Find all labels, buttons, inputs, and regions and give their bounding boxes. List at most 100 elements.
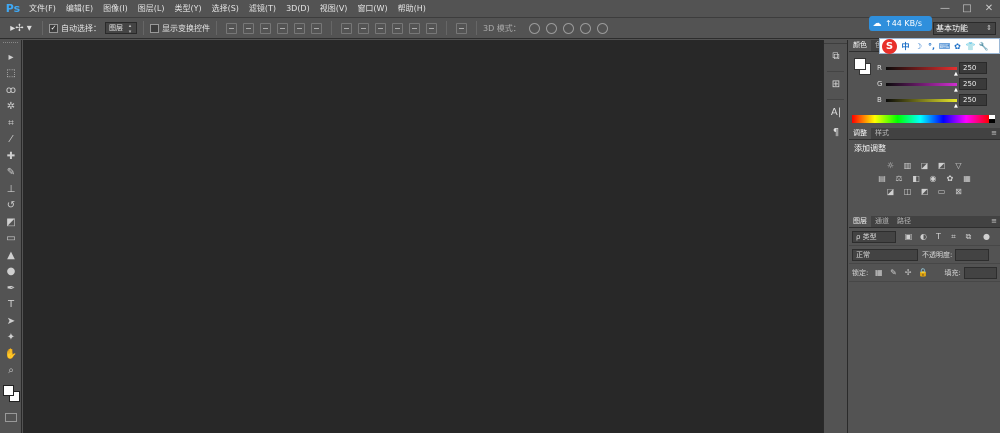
menu-select[interactable]: 选择(S) — [207, 0, 244, 17]
3d-slide-icon[interactable] — [579, 22, 591, 34]
auto-select-checkbox[interactable]: ✓ 自动选择： — [49, 23, 101, 34]
align-vcenter-icon[interactable] — [243, 22, 254, 34]
menu-edit[interactable]: 编辑(E) — [61, 0, 98, 17]
align-left-icon[interactable] — [277, 22, 288, 34]
skin-icon[interactable]: ✿ — [951, 42, 964, 51]
pen-tool-icon[interactable]: ✒ — [0, 280, 22, 297]
tab-color[interactable]: 颜色 — [849, 40, 871, 51]
type-tool-icon[interactable]: T — [0, 297, 22, 314]
green-slider-track[interactable] — [886, 83, 957, 86]
brightness-icon[interactable]: ☼ — [885, 161, 896, 170]
clone-stamp-tool-icon[interactable]: ⊥ — [0, 181, 22, 198]
lock-transparent-icon[interactable]: ▦ — [874, 268, 883, 277]
invert-icon[interactable]: ◪ — [885, 187, 896, 196]
shape-tool-icon[interactable]: ✦ — [0, 330, 22, 347]
threshold-icon[interactable]: ◩ — [919, 187, 930, 196]
color-spectrum-ramp[interactable] — [852, 115, 989, 123]
dock-grip[interactable] — [824, 40, 847, 44]
minimize-button[interactable]: — — [934, 0, 956, 16]
blur-tool-icon[interactable]: ▲ — [0, 247, 22, 264]
history-brush-tool-icon[interactable]: ↺ — [0, 198, 22, 215]
menu-file[interactable]: 文件(F) — [24, 0, 61, 17]
lock-position-icon[interactable]: ✢ — [904, 268, 913, 277]
lasso-tool-icon[interactable]: ꝏ — [0, 82, 22, 99]
curves-icon[interactable]: ◪ — [919, 161, 930, 170]
move-tool-icon[interactable]: ▸ — [0, 49, 22, 66]
tab-styles[interactable]: 样式 — [871, 128, 893, 139]
channel-mixer-icon[interactable]: ✿ — [945, 174, 956, 183]
sogou-logo-icon[interactable]: S — [882, 38, 897, 54]
red-value-input[interactable]: 250 — [959, 62, 987, 74]
tab-layers[interactable]: 图层 — [849, 216, 871, 227]
fill-input[interactable] — [963, 266, 997, 279]
healing-brush-tool-icon[interactable]: ✚ — [0, 148, 22, 165]
path-selection-tool-icon[interactable]: ➤ — [0, 313, 22, 330]
lock-all-icon[interactable]: 🔒 — [918, 268, 928, 277]
workspace-dropdown[interactable]: 基本功能 — [933, 22, 996, 35]
distribute-top-icon[interactable] — [341, 22, 352, 34]
network-speed-badge[interactable]: ☁ ↑44 KB/s — [869, 16, 932, 31]
menu-help[interactable]: 帮助(H) — [393, 0, 431, 17]
red-slider-track[interactable] — [886, 67, 957, 70]
filter-type-icon[interactable]: T — [934, 232, 943, 241]
tab-channels[interactable]: 通道 — [871, 216, 893, 227]
levels-icon[interactable]: ▥ — [902, 161, 913, 170]
blue-value-input[interactable]: 250 — [959, 94, 987, 106]
menu-image[interactable]: 图像(I) — [98, 0, 133, 17]
color-lookup-icon[interactable]: ▦ — [962, 174, 973, 183]
history-panel-icon[interactable]: ⧉ — [824, 48, 848, 64]
brush-tool-icon[interactable]: ✎ — [0, 165, 22, 182]
filter-adjustment-icon[interactable]: ◐ — [919, 232, 928, 241]
align-bottom-icon[interactable] — [260, 22, 271, 34]
slider-handle-icon[interactable]: ▲ — [954, 103, 958, 109]
blue-slider-track[interactable] — [886, 99, 957, 102]
posterize-icon[interactable]: ◫ — [902, 187, 913, 196]
color-balance-icon[interactable]: ⚖ — [894, 174, 905, 183]
character-panel-icon[interactable]: A| — [824, 104, 848, 120]
black-white-ramp[interactable] — [989, 115, 995, 123]
toolbox-grip[interactable] — [3, 42, 18, 47]
eyedropper-tool-icon[interactable]: ⁄ — [0, 132, 22, 149]
layer-filter-dropdown[interactable]: ρ 类型 — [852, 230, 896, 243]
foreground-color-swatch[interactable] — [854, 58, 866, 70]
gradient-map-icon[interactable]: ▭ — [936, 187, 947, 196]
wrench-icon[interactable]: 🔧 — [977, 42, 990, 51]
distribute-left-icon[interactable] — [392, 22, 403, 34]
close-button[interactable]: ✕ — [978, 0, 1000, 16]
green-value-input[interactable]: 250 — [959, 78, 987, 90]
zoom-tool-icon[interactable]: ⌕ — [0, 363, 22, 380]
slider-handle-icon[interactable]: ▲ — [954, 87, 958, 93]
exposure-icon[interactable]: ◩ — [936, 161, 947, 170]
distribute-vcenter-icon[interactable] — [358, 22, 369, 34]
3d-roll-icon[interactable] — [545, 22, 557, 34]
hue-saturation-icon[interactable]: ▤ — [877, 174, 888, 183]
align-right-icon[interactable] — [311, 22, 322, 34]
shirt-icon[interactable]: 👕 — [964, 42, 977, 51]
menu-type[interactable]: 类型(Y) — [169, 0, 206, 17]
quick-mask-icon[interactable] — [5, 413, 17, 422]
distribute-hcenter-icon[interactable] — [409, 22, 420, 34]
lock-image-icon[interactable]: ✎ — [889, 268, 898, 277]
hand-tool-icon[interactable]: ✋ — [0, 346, 22, 363]
filter-shape-icon[interactable]: ⌗ — [949, 232, 958, 241]
photoshop-logo[interactable]: Ps — [2, 0, 24, 17]
foreground-color-swatch[interactable] — [3, 385, 14, 396]
selective-color-icon[interactable]: ⊠ — [953, 187, 964, 196]
ime-chinese-mode[interactable]: 中 — [899, 41, 912, 52]
panel-menu-icon[interactable]: ≡ — [991, 129, 997, 137]
filter-pixel-icon[interactable]: ▣ — [904, 232, 913, 241]
layers-list[interactable] — [849, 286, 1000, 426]
menu-view[interactable]: 视图(V) — [315, 0, 353, 17]
gradient-tool-icon[interactable]: ▭ — [0, 231, 22, 248]
canvas-area[interactable] — [23, 40, 823, 433]
filter-toggle-icon[interactable]: ● — [982, 232, 991, 241]
menu-layer[interactable]: 图层(L) — [133, 0, 170, 17]
filter-smart-object-icon[interactable]: ⧉ — [964, 232, 973, 241]
punctuation-icon[interactable]: °, — [925, 42, 938, 51]
crop-tool-icon[interactable]: ⌗ — [0, 115, 22, 132]
align-hcenter-icon[interactable] — [294, 22, 305, 34]
blend-mode-dropdown[interactable]: 正常 — [852, 248, 918, 261]
distribute-right-icon[interactable] — [426, 22, 437, 34]
opacity-input[interactable] — [955, 248, 990, 261]
move-tool-icon[interactable]: ▸✢ ▾ — [6, 19, 36, 37]
